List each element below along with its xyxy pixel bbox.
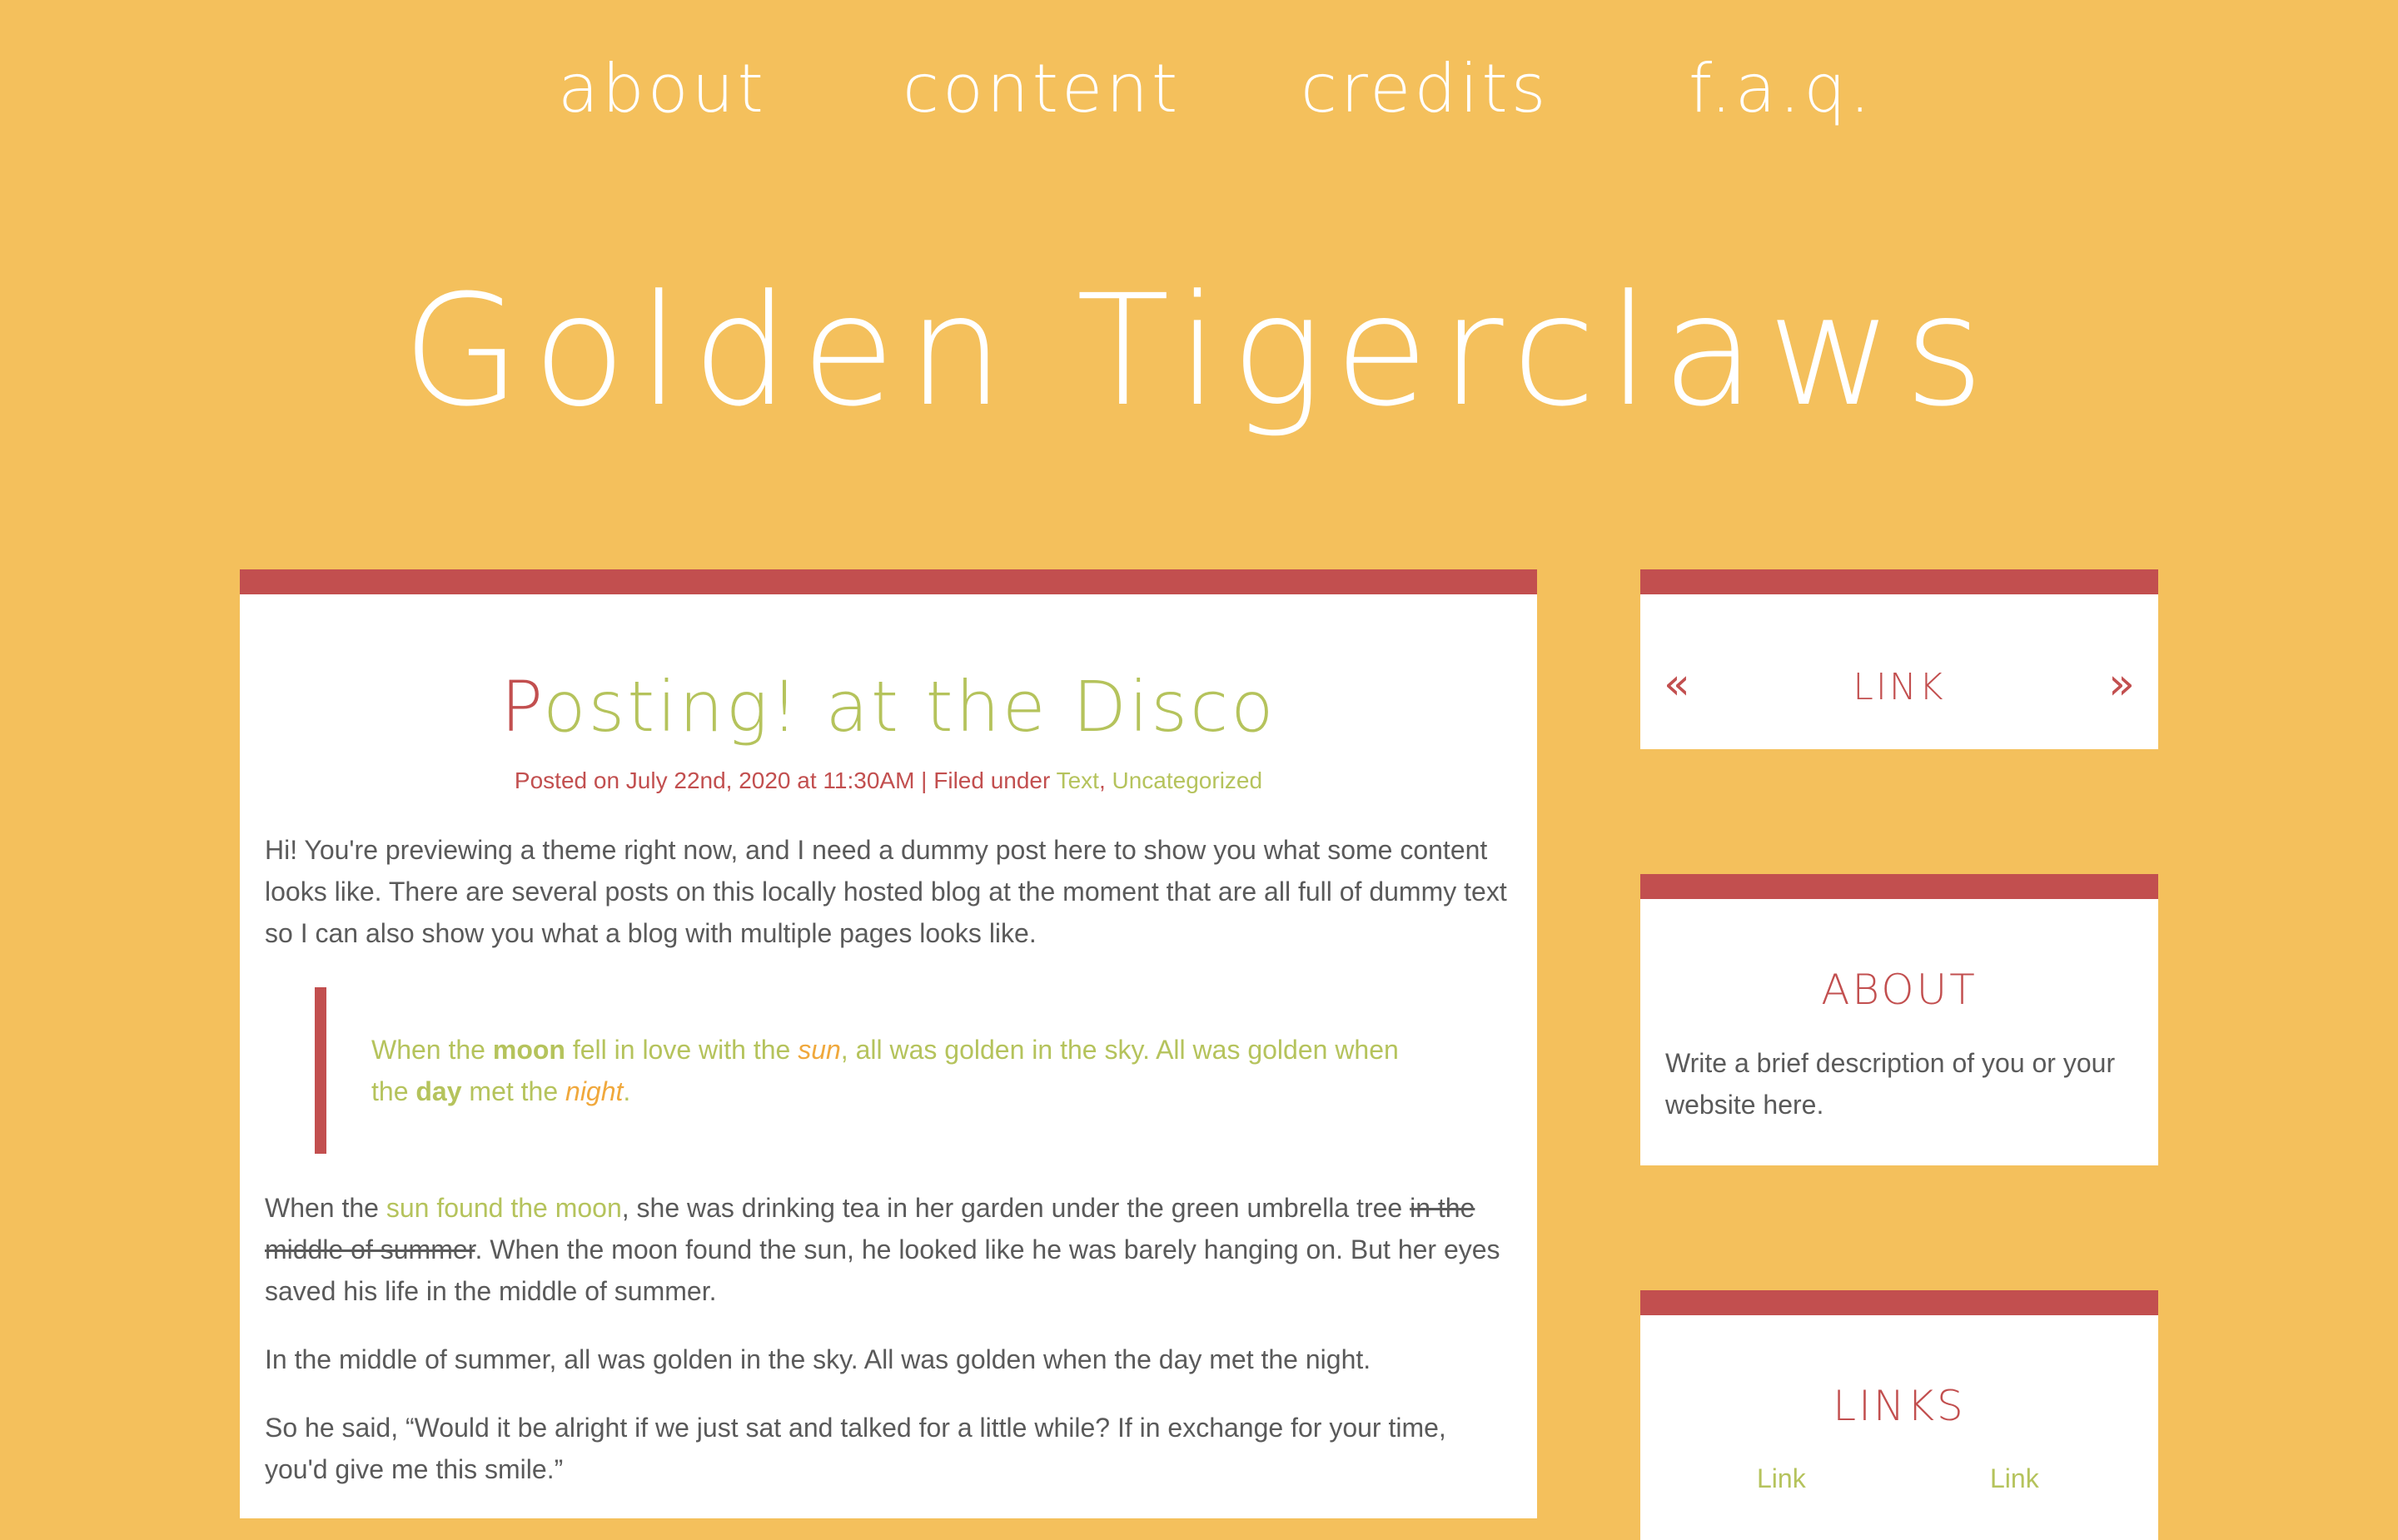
quote-text: When the (371, 1035, 493, 1065)
post-meta: Posted on July 22nd, 2020 at 11:30AM | F… (240, 768, 1537, 794)
links-heading: LINKS (1833, 1382, 1966, 1430)
quote-text: fell in love with the (565, 1035, 799, 1065)
sidebar-link-2[interactable]: Link (1990, 1463, 2039, 1494)
sidebar-nav-widget: « LINK » (1640, 569, 2158, 749)
post-body: Hi! You're previewing a theme right now,… (265, 829, 1514, 1517)
post-title[interactable]: Posting! at the Disco (240, 666, 1537, 748)
quote-text: . (623, 1076, 631, 1106)
quote-bold-day: day (415, 1076, 462, 1106)
post-paragraph-2: When the sun found the moon, she was dri… (265, 1187, 1514, 1312)
category-separator: , (1098, 768, 1112, 793)
sidebar-about-widget: ABOUT Write a brief description of you o… (1640, 874, 2158, 1165)
quote-bold-moon: moon (492, 1035, 565, 1065)
inline-link[interactable]: sun found the moon (386, 1193, 622, 1223)
category-link-text[interactable]: Text (1057, 768, 1099, 793)
post-card: Posting! at the Disco Posted on July 22n… (240, 569, 1537, 1518)
nav-item-about[interactable]: about (558, 50, 767, 127)
post-paragraph-4: So he said, “Would it be alright if we j… (265, 1413, 1446, 1484)
post-title-first-letter: P (500, 666, 544, 748)
paragraph-text: When the (265, 1193, 386, 1223)
quote-text: met the (461, 1076, 566, 1106)
sidebar-links-widget: LINKS Link Link (1640, 1290, 2158, 1540)
top-nav: about content credits f.a.q. (0, 50, 2398, 142)
about-heading: ABOUT (1821, 966, 1978, 1014)
post-meta-date: Posted on July 22nd, 2020 at 11:30AM | F… (514, 768, 1057, 793)
sidebar-link-1[interactable]: Link (1757, 1463, 1806, 1494)
about-description: Write a brief description of you or your… (1665, 1048, 2116, 1120)
category-link-uncategorized[interactable]: Uncategorized (1112, 768, 1263, 793)
nav-item-content[interactable]: content (903, 50, 1181, 127)
nav-item-faq[interactable]: f.a.q. (1689, 50, 1873, 127)
post-title-rest: osting! at the Disco (543, 666, 1276, 748)
paragraph-text: , she was drinking tea in her garden und… (621, 1193, 1410, 1223)
quote-italic-sun: sun (798, 1035, 841, 1065)
site-title[interactable]: Golden Tigerclaws (0, 275, 2398, 428)
post-paragraph-3: In the middle of summer, all was golden … (265, 1344, 1371, 1374)
chevron-double-right-icon[interactable]: » (2108, 663, 2135, 706)
post-blockquote: When the moon fell in love with the sun,… (315, 987, 1514, 1154)
quote-italic-night: night (565, 1076, 624, 1106)
sidebar-nav-link[interactable]: LINK (1640, 666, 2158, 708)
nav-item-credits[interactable]: credits (1301, 50, 1549, 127)
post-paragraph-intro: Hi! You're previewing a theme right now,… (265, 835, 1507, 948)
